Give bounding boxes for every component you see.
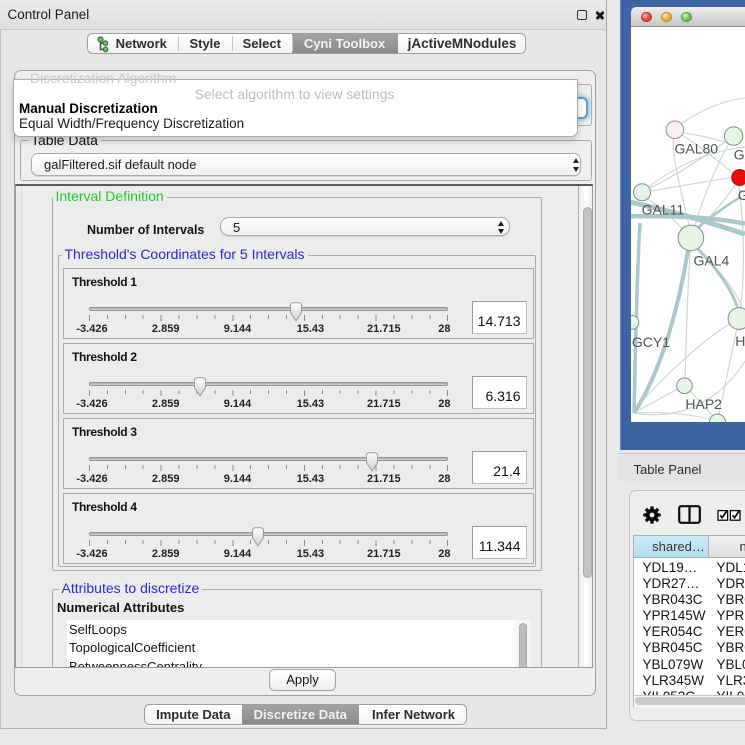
svg-text:GAL80: GAL80 bbox=[675, 140, 719, 156]
svg-text:G: G bbox=[738, 187, 745, 203]
svg-text:GA: GA bbox=[734, 146, 745, 162]
svg-text:HAP2: HAP2 bbox=[686, 396, 723, 412]
svg-text:GCY1: GCY1 bbox=[632, 333, 670, 349]
svg-text:GAL4: GAL4 bbox=[694, 252, 730, 268]
svg-text:GAL11: GAL11 bbox=[642, 201, 685, 217]
svg-text:H: H bbox=[735, 333, 744, 349]
